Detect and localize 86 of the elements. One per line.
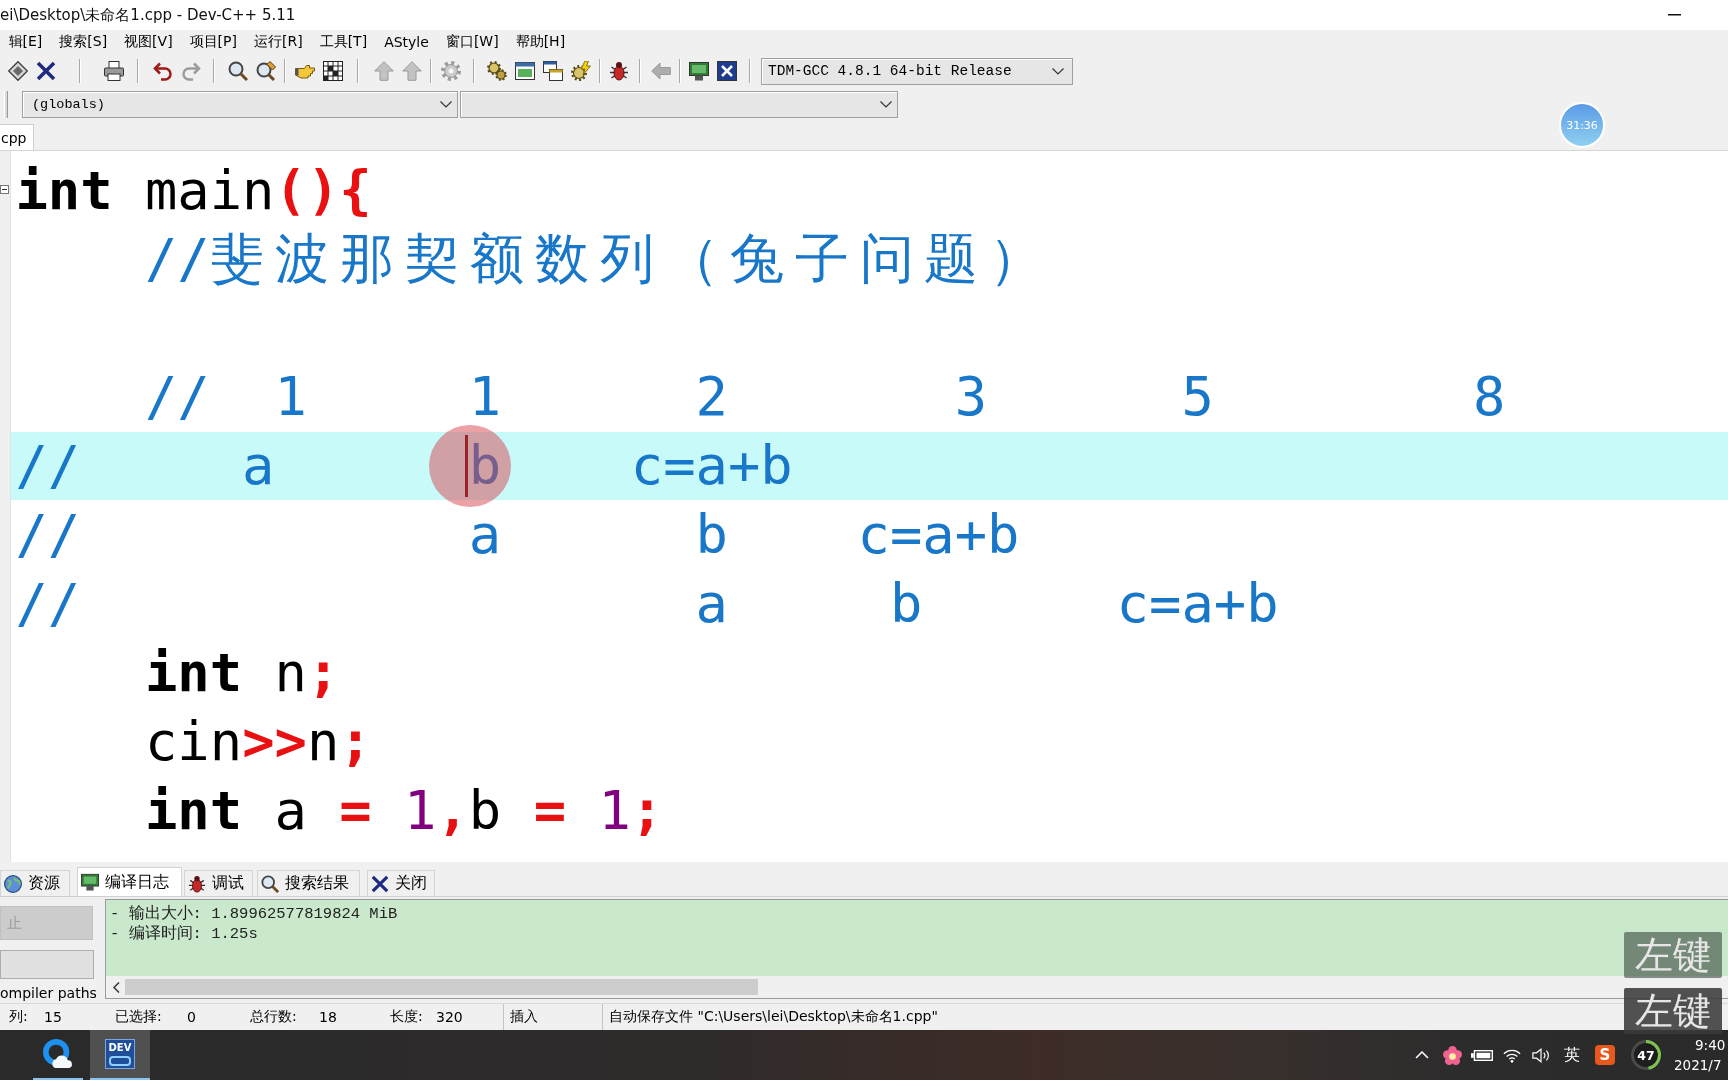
status-value: 0	[187, 1009, 196, 1025]
close-icon	[371, 874, 389, 893]
window-icon[interactable]	[515, 61, 535, 81]
globe-icon	[4, 874, 22, 893]
status-label: 总行数:	[250, 1008, 298, 1026]
menu-item[interactable]: 帮助[H]	[507, 32, 574, 52]
close-icon[interactable]	[35, 61, 56, 81]
search-icon[interactable]	[228, 61, 248, 81]
status-value: 18	[319, 1009, 337, 1025]
code-text: int a = 1,b = 1;	[144, 783, 664, 838]
menu-item[interactable]: AStyle	[375, 33, 438, 51]
minus-box-icon[interactable]	[0, 185, 9, 194]
panel-tab[interactable]: 编译日志	[77, 867, 182, 896]
code-text: // a b c=a+b	[15, 576, 1279, 631]
flower-icon[interactable]	[1442, 1045, 1462, 1065]
diamond-icon[interactable]	[7, 61, 28, 81]
panel-tab[interactable]: 搜索结果	[257, 870, 360, 896]
monitor-icon	[81, 873, 99, 891]
usage-reading: 47	[1637, 1048, 1655, 1062]
clock-date[interactable]: 2021/7	[1674, 1055, 1728, 1075]
chevron-down-icon	[440, 101, 452, 108]
window-x-icon[interactable]	[717, 61, 737, 81]
log-line: - 编译时间: 1.25s	[110, 924, 258, 944]
monitor-icon[interactable]	[689, 61, 709, 81]
chevron-up-icon[interactable]	[1415, 1051, 1429, 1059]
window-title: ei\Desktop\未命名1.cpp - Dev-C++ 5.11	[0, 5, 296, 25]
battery-icon[interactable]	[1471, 1049, 1493, 1061]
stacked-windows-icon[interactable]	[543, 61, 563, 81]
compiler-dropdown[interactable]: TDM-GCC 4.8.1 64-bit Release	[761, 57, 1073, 85]
text-caret	[465, 434, 468, 498]
status-label: 已选择:	[115, 1008, 163, 1026]
scope-dropdown[interactable]: (globals)	[22, 91, 458, 118]
chevron-down-icon	[880, 101, 892, 108]
code-text: // 1 1 2 3 5 8	[144, 370, 1506, 424]
gears-icon[interactable]	[487, 61, 507, 81]
ring-cloud-icon	[43, 1039, 73, 1069]
menu-item[interactable]: 工具[T]	[311, 32, 376, 52]
search-icon	[261, 874, 279, 893]
status-label: 自动保存文件 "C:\Users\lei\Desktop\未命名1.cpp"	[609, 1008, 938, 1026]
search-pencil-icon[interactable]	[256, 61, 276, 81]
input-mode-indicator[interactable]: 英	[1564, 1044, 1580, 1066]
bug-icon	[188, 874, 206, 893]
key-press-label: 左键	[1624, 932, 1722, 978]
panel-tab[interactable]: 调试	[184, 870, 253, 896]
menu-item[interactable]: 视图[V]	[115, 32, 182, 52]
menu-item[interactable]: 项目[P]	[181, 32, 246, 52]
code-text: //斐波那契额数列（兔子问题）	[144, 232, 1055, 287]
scrollbar-thumb[interactable]	[125, 979, 758, 995]
key-press-label: 左键	[1624, 988, 1722, 1034]
panel-tab[interactable]: 关闭	[367, 870, 435, 896]
menu-item[interactable]: 运行[R]	[245, 32, 312, 52]
usage-ring-icon[interactable]	[1631, 1040, 1661, 1070]
chevron-down-icon	[1052, 67, 1064, 75]
status-label: 长度:	[390, 1008, 424, 1026]
file-tab[interactable]: cpp	[0, 124, 35, 150]
code-text: // a b c=a+b	[15, 508, 1020, 562]
status-value: 15	[44, 1009, 62, 1025]
menu-item[interactable]: 搜索[S]	[50, 32, 116, 52]
lightning-icon[interactable]	[571, 61, 591, 81]
printer-icon[interactable]	[104, 61, 124, 81]
code-text: cin>>n;	[144, 714, 372, 769]
app-logo: DEV	[105, 1039, 135, 1069]
toolbar-grip[interactable]	[4, 91, 8, 118]
code-text: b c=a+b	[468, 439, 793, 493]
speaker-icon[interactable]	[1532, 1047, 1550, 1063]
panel-tab[interactable]: 资源	[0, 870, 70, 896]
log-line: - 输出大小: 1.89962577819824 MiB	[110, 904, 398, 924]
code-text: // a	[15, 439, 275, 493]
undo-icon[interactable]	[153, 61, 173, 81]
side-label: ompiler paths	[0, 986, 98, 1001]
wifi-icon[interactable]	[1503, 1047, 1521, 1063]
grid-icon[interactable]	[323, 61, 343, 81]
chevron-left-icon[interactable]	[113, 981, 120, 993]
code-text: int n;	[144, 645, 340, 700]
minimize-icon[interactable]	[1668, 14, 1681, 16]
status-label: 列:	[9, 1008, 29, 1026]
symbol-dropdown[interactable]	[460, 91, 898, 118]
clock-time[interactable]: 9:40	[1674, 1035, 1728, 1055]
code-text: int main(){	[15, 163, 372, 218]
menu-item[interactable]: 辑[E]	[0, 32, 51, 52]
ime-logo[interactable]: S	[1595, 1045, 1615, 1065]
menu-item[interactable]: 窗口[W]	[437, 32, 508, 52]
bug-icon[interactable]	[609, 61, 629, 81]
status-value: 320	[436, 1009, 463, 1025]
taskbar-button[interactable]: DEV	[90, 1030, 150, 1080]
status-label: 插入	[510, 1008, 538, 1026]
